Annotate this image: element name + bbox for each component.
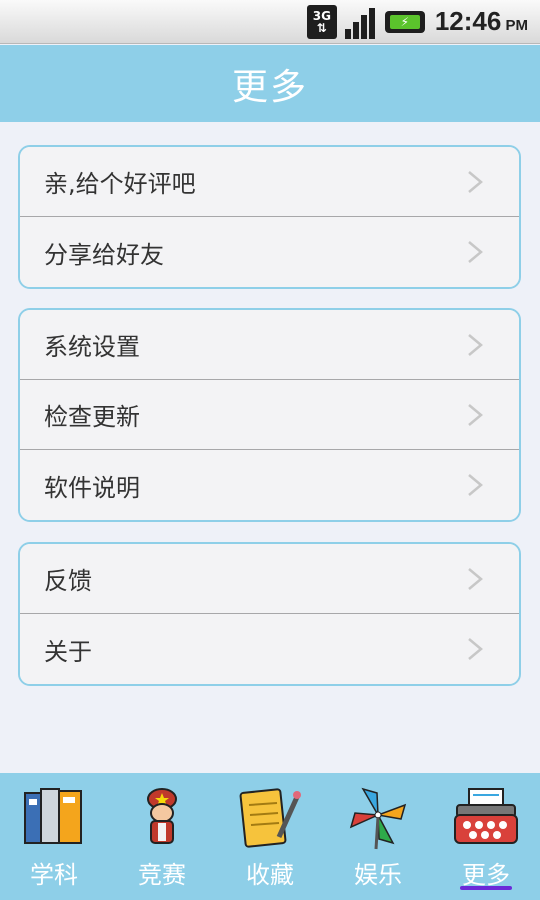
menu-item-system-settings[interactable]: 系统设置 — [20, 310, 519, 380]
status-time: 12:46 PM — [434, 6, 528, 36]
menu-item-rate-app[interactable]: 亲,给个好评吧 — [20, 147, 519, 217]
menu-item-share[interactable]: 分享给好友 — [20, 217, 519, 287]
chevron-right-icon — [468, 333, 483, 356]
bottom-nav: 学科 竞赛 收藏 娱乐 更多 — [0, 773, 540, 900]
nav-item-competition[interactable]: 竞赛 — [108, 773, 216, 900]
nav-label: 竞赛 — [138, 861, 186, 889]
chevron-right-icon — [468, 403, 483, 426]
menu-item-label: 分享给好友 — [44, 240, 164, 269]
menu-item-label: 软件说明 — [44, 473, 140, 502]
nav-label: 收藏 — [246, 861, 294, 889]
menu-item-label: 关于 — [44, 637, 92, 666]
menu-item-label: 系统设置 — [44, 333, 140, 361]
menu-item-app-description[interactable]: 软件说明 — [20, 450, 519, 520]
typewriter-icon — [454, 788, 518, 844]
title-bar: 更多 — [0, 45, 540, 122]
chevron-right-icon — [468, 474, 483, 496]
settings-group-feedback: 反馈 关于 — [18, 542, 521, 686]
nav-label: 娱乐 — [354, 861, 402, 889]
nav-item-entertainment[interactable]: 娱乐 — [324, 773, 432, 900]
network-type: 3G — [312, 8, 331, 23]
status-bar: 3G ⇅ ⚡ 12:46 PM — [0, 0, 540, 44]
battery-icon: ⚡ — [384, 10, 425, 33]
nav-label: 学科 — [30, 861, 78, 889]
nav-label: 更多 — [462, 861, 510, 889]
nav-item-more[interactable]: 更多 — [432, 773, 540, 900]
soldier-icon — [147, 788, 177, 844]
menu-item-label: 亲,给个好评吧 — [44, 170, 196, 198]
menu-item-feedback[interactable]: 反馈 — [20, 544, 519, 614]
settings-group-system: 系统设置 检查更新 软件说明 — [18, 308, 521, 522]
chevron-right-icon — [468, 567, 483, 590]
chevron-right-icon — [468, 638, 483, 660]
nav-item-favorites[interactable]: 收藏 — [216, 773, 324, 900]
network-3g-icon: 3G ⇅ — [306, 4, 337, 39]
page-title: 更多 — [231, 66, 308, 108]
chevron-right-icon — [468, 241, 483, 263]
settings-group-rating: 亲,给个好评吧 分享给好友 — [18, 145, 521, 289]
nav-item-subjects[interactable]: 学科 — [0, 773, 108, 900]
notepad-pencil-icon — [239, 788, 301, 848]
menu-item-check-update[interactable]: 检查更新 — [20, 380, 519, 450]
menu-item-label: 反馈 — [44, 567, 92, 595]
active-tab-indicator — [460, 886, 512, 890]
menu-item-about[interactable]: 关于 — [20, 614, 519, 684]
menu-item-label: 检查更新 — [44, 403, 140, 431]
books-icon — [24, 788, 82, 844]
chevron-right-icon — [468, 170, 483, 193]
pinwheel-icon — [349, 787, 407, 850]
signal-icon — [344, 5, 375, 39]
